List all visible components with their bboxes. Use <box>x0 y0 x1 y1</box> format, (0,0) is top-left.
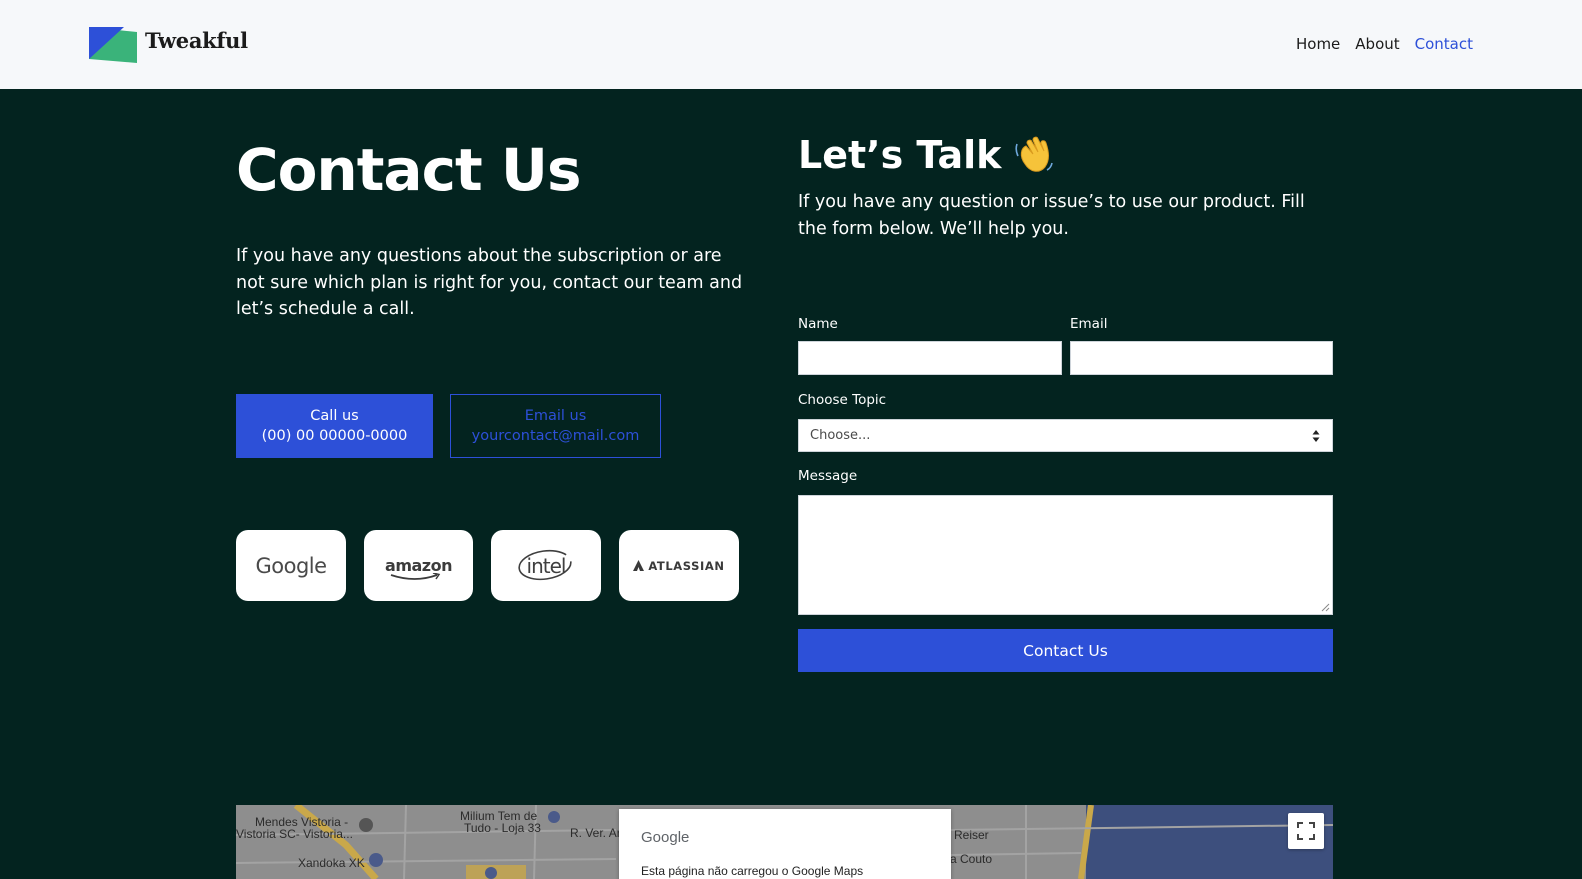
form-description: If you have any question or issue’s to u… <box>798 192 1305 239</box>
partner-logo-intel: intel <box>491 530 601 601</box>
email-us-label: Email us <box>524 408 587 424</box>
page-title: Contact Us <box>236 136 581 204</box>
contact-us-submit-button[interactable]: Contact Us <box>798 629 1333 672</box>
message-label: Message <box>798 468 858 484</box>
email-label: Email <box>1070 316 1108 332</box>
call-us-label: Call us <box>310 408 359 424</box>
map-street-label: R. Ver. Ar <box>570 826 621 840</box>
name-label: Name <box>798 316 838 332</box>
map-street-label: a Couto <box>950 852 993 866</box>
nav-home[interactable]: Home <box>1296 35 1340 53</box>
message-textarea[interactable] <box>798 495 1333 615</box>
map-place-label: Vistoria SC- Vistoria... <box>236 827 353 841</box>
google-dialog-brand: Google <box>641 829 690 846</box>
call-us-button[interactable]: Call us (00) 00 00000-0000 <box>236 394 433 458</box>
topic-select[interactable]: Choose... <box>798 419 1333 452</box>
waving-hand-icon <box>1015 136 1054 172</box>
map-fullscreen-button[interactable] <box>1288 813 1324 849</box>
amazon-smile-icon <box>390 573 441 580</box>
google-logo-text: Google <box>255 553 327 578</box>
resize-grip-icon[interactable] <box>1321 603 1330 612</box>
amazon-logo-text: amazon <box>385 556 452 580</box>
intel-logo-text: intel <box>526 553 567 578</box>
name-field[interactable] <box>798 341 1062 375</box>
email-field[interactable] <box>1070 341 1333 375</box>
partner-logo-atlassian: ATLASSIAN <box>619 530 739 601</box>
fullscreen-icon <box>1297 822 1315 840</box>
atlassian-mark-icon <box>633 560 645 571</box>
map-error-message: Esta página não carregou o Google Maps <box>641 864 864 878</box>
site-header: Tweakful Home About Contact <box>0 0 1582 89</box>
partner-logo-google: Google <box>236 530 346 601</box>
call-us-phone: (00) 00 00000-0000 <box>261 428 408 444</box>
map-place-label: Xandoka XK <box>298 856 365 870</box>
intro-description: If you have any questions about the subs… <box>236 246 743 319</box>
select-arrows-icon <box>1312 430 1320 442</box>
brand-logo[interactable]: Tweakful <box>89 26 248 63</box>
email-us-button[interactable]: Email us yourcontact@mail.com <box>450 394 661 458</box>
map-error-dialog: Google Esta página não carregou o Google… <box>619 809 951 879</box>
brand-name: Tweakful <box>145 28 248 53</box>
map-embed[interactable]: Mendes Vistoria - Vistoria SC- Vistoria.… <box>236 805 1333 879</box>
map-street-label: Reiser <box>954 828 989 842</box>
form-title: Let’s Talk <box>798 133 1055 177</box>
email-us-address: yourcontact@mail.com <box>471 428 640 444</box>
map-place-label: Tudo - Loja 33 <box>464 821 541 835</box>
logo-mark-icon <box>89 27 137 63</box>
atlassian-logo-text: ATLASSIAN <box>648 558 725 573</box>
main-nav: Home About Contact <box>1296 35 1473 53</box>
nav-about[interactable]: About <box>1355 35 1399 53</box>
topic-label: Choose Topic <box>798 392 887 408</box>
partner-logo-amazon: amazon <box>364 530 473 601</box>
topic-selected-value: Choose... <box>810 428 871 443</box>
nav-contact[interactable]: Contact <box>1415 35 1473 53</box>
